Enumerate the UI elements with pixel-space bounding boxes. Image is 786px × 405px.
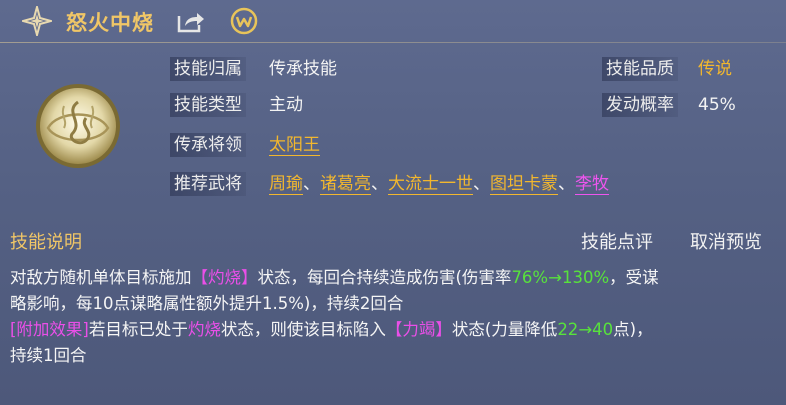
share-icon[interactable] [176, 8, 206, 34]
inherit-general-name[interactable]: 太阳王 [269, 135, 320, 156]
desc-text: 状态(力量降低 [451, 320, 558, 339]
arrow: → [578, 320, 593, 339]
cancel-preview-button[interactable]: 取消预览 [690, 228, 762, 254]
power-from: 22 [557, 320, 579, 339]
desc-line: 略影响，每10点谋略属性额外提升1.5%)，持续2回合 [10, 294, 404, 313]
quality-label: 技能品质 [602, 57, 678, 81]
recommend-general[interactable]: 大流士一世 [388, 174, 473, 195]
section-title: 技能说明 [10, 232, 82, 253]
quality-value: 传说 [698, 59, 732, 79]
damage-from: 76% [511, 268, 549, 287]
desc-text: 状态，则使该目标陷入 [220, 320, 386, 339]
status-tag-burn[interactable]: 【灼烧】 [192, 268, 258, 287]
skill-title: 怒火中烧 [66, 11, 154, 35]
separator: 、 [371, 174, 388, 194]
desc-line: 持续1回合 [10, 346, 87, 365]
desc-line: [附加效果]若目标已处于灼烧状态，则使该目标陷入【力竭】状态(力量降低22→40… [10, 317, 780, 343]
power-to: 40 [592, 320, 614, 339]
separator: 、 [303, 174, 320, 194]
recommend-label: 推荐武将 [170, 172, 246, 196]
type-value: 主动 [269, 95, 303, 115]
damage-to: 130% [561, 268, 610, 287]
desc-text: 状态，每回合持续造成伤害(伤害率 [257, 268, 512, 287]
rate-value: 45% [698, 95, 736, 115]
belong-value: 传承技能 [269, 59, 337, 79]
separator: 、 [473, 174, 490, 194]
star-icon [22, 6, 52, 36]
wechat-icon[interactable] [230, 7, 258, 35]
desc-text: 点)， [613, 320, 653, 339]
status-tag-exhaust[interactable]: 【力竭】 [386, 320, 452, 339]
burn-word: 灼烧 [187, 320, 221, 339]
type-label: 技能类型 [170, 93, 246, 117]
recommend-list: 周瑜、诸葛亮、大流士一世、图坦卡蒙、李牧 [269, 172, 609, 196]
desc-text: 对敌方随机单体目标施加 [10, 268, 192, 287]
rate-label: 发动概率 [602, 93, 678, 117]
recommend-general[interactable]: 图坦卡蒙 [490, 174, 558, 195]
desc-text: 若目标已处于 [88, 320, 188, 339]
recommend-general[interactable]: 诸葛亮 [320, 174, 371, 195]
belong-label: 技能归属 [170, 57, 246, 81]
recommend-general[interactable]: 周瑜 [269, 174, 303, 195]
inherit-label: 传承将领 [170, 133, 246, 157]
skill-description: 对敌方随机单体目标施加【灼烧】状态，每回合持续造成伤害(伤害率76%→130%，… [10, 265, 780, 369]
header-divider [0, 42, 786, 43]
arrow: → [548, 268, 562, 287]
header: 怒火中烧 [0, 0, 786, 42]
separator: 、 [558, 174, 575, 194]
skill-review-button[interactable]: 技能点评 [581, 228, 653, 254]
inherit-general-link[interactable]: 太阳王 [269, 133, 320, 157]
skill-emblem-icon [36, 84, 120, 168]
desc-line: 对敌方随机单体目标施加【灼烧】状态，每回合持续造成伤害(伤害率76%→130%，… [10, 265, 780, 291]
desc-text: ，受谋 [609, 268, 659, 287]
extra-effect-tag: [附加效果] [10, 320, 89, 339]
recommend-general[interactable]: 李牧 [575, 174, 609, 195]
